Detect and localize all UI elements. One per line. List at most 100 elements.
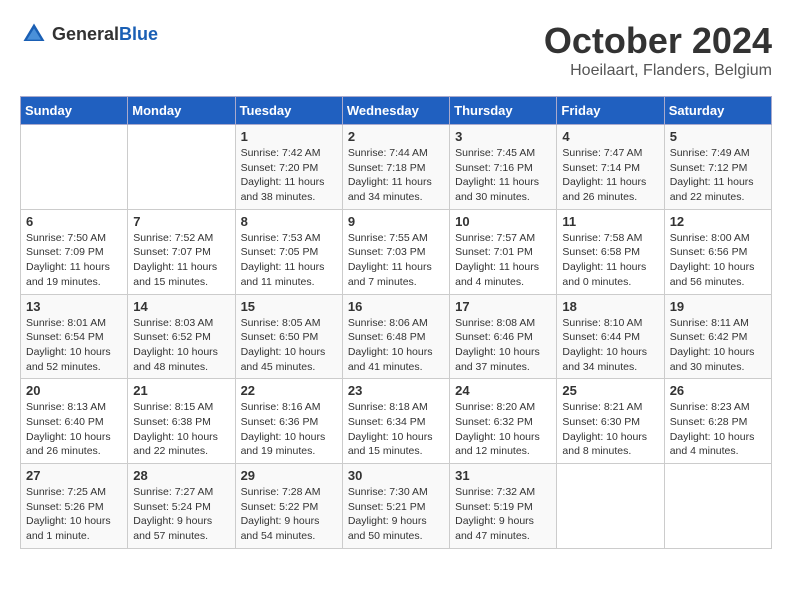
day-info: Sunrise: 7:32 AMSunset: 5:19 PMDaylight:…: [455, 485, 551, 544]
day-info: Sunrise: 7:57 AMSunset: 7:01 PMDaylight:…: [455, 231, 551, 290]
day-info: Sunrise: 7:50 AMSunset: 7:09 PMDaylight:…: [26, 231, 122, 290]
day-info: Sunrise: 7:45 AMSunset: 7:16 PMDaylight:…: [455, 146, 551, 205]
calendar-cell: 26 Sunrise: 8:23 AMSunset: 6:28 PMDayligh…: [664, 379, 771, 464]
day-number: 5: [670, 129, 766, 144]
day-number: 16: [348, 299, 444, 314]
day-info: Sunrise: 8:15 AMSunset: 6:38 PMDaylight:…: [133, 400, 229, 459]
calendar-week-row: 13 Sunrise: 8:01 AMSunset: 6:54 PMDayligh…: [21, 294, 772, 379]
column-header-tuesday: Tuesday: [235, 97, 342, 125]
day-number: 27: [26, 468, 122, 483]
day-number: 25: [562, 383, 658, 398]
day-info: Sunrise: 8:08 AMSunset: 6:46 PMDaylight:…: [455, 316, 551, 375]
calendar-cell: 19 Sunrise: 8:11 AMSunset: 6:42 PMDayligh…: [664, 294, 771, 379]
calendar-cell: 15Sunrise: 8:05 AMSunset: 6:50 PMDayligh…: [235, 294, 342, 379]
day-number: 26: [670, 383, 766, 398]
page-header: GeneralBlue October 2024 Hoeilaart, Flan…: [20, 20, 772, 80]
day-info: Sunrise: 7:42 AMSunset: 7:20 PMDaylight:…: [241, 146, 337, 205]
calendar-week-row: 6 Sunrise: 7:50 AMSunset: 7:09 PMDaylight…: [21, 209, 772, 294]
calendar-cell: 5Sunrise: 7:49 AMSunset: 7:12 PMDaylight…: [664, 125, 771, 210]
calendar-cell: 10 Sunrise: 7:57 AMSunset: 7:01 PMDayligh…: [450, 209, 557, 294]
calendar-cell: 7 Sunrise: 7:52 AMSunset: 7:07 PMDaylight…: [128, 209, 235, 294]
day-info: Sunrise: 7:47 AMSunset: 7:14 PMDaylight:…: [562, 146, 658, 205]
day-info: Sunrise: 7:58 AMSunset: 6:58 PMDaylight:…: [562, 231, 658, 290]
day-number: 20: [26, 383, 122, 398]
calendar-cell: 27 Sunrise: 7:25 AMSunset: 5:26 PMDayligh…: [21, 464, 128, 549]
day-info: Sunrise: 8:10 AMSunset: 6:44 PMDaylight:…: [562, 316, 658, 375]
day-number: 3: [455, 129, 551, 144]
calendar-cell: 14Sunrise: 8:03 AMSunset: 6:52 PMDayligh…: [128, 294, 235, 379]
day-info: Sunrise: 8:00 AMSunset: 6:56 PMDaylight:…: [670, 231, 766, 290]
day-number: 30: [348, 468, 444, 483]
day-info: Sunrise: 8:05 AMSunset: 6:50 PMDaylight:…: [241, 316, 337, 375]
day-number: 12: [670, 214, 766, 229]
logo-icon: [20, 20, 48, 48]
calendar-cell: 30 Sunrise: 7:30 AMSunset: 5:21 PMDayligh…: [342, 464, 449, 549]
calendar-cell: 9 Sunrise: 7:55 AMSunset: 7:03 PMDaylight…: [342, 209, 449, 294]
calendar-cell: 4 Sunrise: 7:47 AMSunset: 7:14 PMDaylight…: [557, 125, 664, 210]
day-info: Sunrise: 8:01 AMSunset: 6:54 PMDaylight:…: [26, 316, 122, 375]
day-number: 28: [133, 468, 229, 483]
day-info: Sunrise: 7:27 AMSunset: 5:24 PMDaylight:…: [133, 485, 229, 544]
day-number: 9: [348, 214, 444, 229]
calendar-cell: 21 Sunrise: 8:15 AMSunset: 6:38 PMDayligh…: [128, 379, 235, 464]
calendar-cell: 8 Sunrise: 7:53 AMSunset: 7:05 PMDaylight…: [235, 209, 342, 294]
calendar-cell: [128, 125, 235, 210]
day-info: Sunrise: 7:44 AMSunset: 7:18 PMDaylight:…: [348, 146, 444, 205]
month-title: October 2024: [544, 20, 772, 62]
day-info: Sunrise: 7:55 AMSunset: 7:03 PMDaylight:…: [348, 231, 444, 290]
calendar-cell: 28 Sunrise: 7:27 AMSunset: 5:24 PMDayligh…: [128, 464, 235, 549]
calendar-cell: 29 Sunrise: 7:28 AMSunset: 5:22 PMDayligh…: [235, 464, 342, 549]
day-number: 11: [562, 214, 658, 229]
calendar-cell: 12 Sunrise: 8:00 AMSunset: 6:56 PMDayligh…: [664, 209, 771, 294]
day-number: 6: [26, 214, 122, 229]
calendar-header-row: SundayMondayTuesdayWednesdayThursdayFrid…: [21, 97, 772, 125]
calendar-cell: 3 Sunrise: 7:45 AMSunset: 7:16 PMDaylight…: [450, 125, 557, 210]
day-info: Sunrise: 8:18 AMSunset: 6:34 PMDaylight:…: [348, 400, 444, 459]
calendar-cell: 31 Sunrise: 7:32 AMSunset: 5:19 PMDayligh…: [450, 464, 557, 549]
day-number: 10: [455, 214, 551, 229]
calendar-cell: [664, 464, 771, 549]
calendar-week-row: 20 Sunrise: 8:13 AMSunset: 6:40 PMDayligh…: [21, 379, 772, 464]
day-info: Sunrise: 7:53 AMSunset: 7:05 PMDaylight:…: [241, 231, 337, 290]
calendar-cell: 13 Sunrise: 8:01 AMSunset: 6:54 PMDayligh…: [21, 294, 128, 379]
day-info: Sunrise: 8:21 AMSunset: 6:30 PMDaylight:…: [562, 400, 658, 459]
calendar-cell: 24Sunrise: 8:20 AMSunset: 6:32 PMDayligh…: [450, 379, 557, 464]
day-info: Sunrise: 7:52 AMSunset: 7:07 PMDaylight:…: [133, 231, 229, 290]
calendar-cell: 1 Sunrise: 7:42 AMSunset: 7:20 PMDaylight…: [235, 125, 342, 210]
calendar-cell: [21, 125, 128, 210]
day-info: Sunrise: 7:28 AMSunset: 5:22 PMDaylight:…: [241, 485, 337, 544]
day-number: 21: [133, 383, 229, 398]
day-number: 1: [241, 129, 337, 144]
day-number: 2: [348, 129, 444, 144]
logo: GeneralBlue: [20, 20, 158, 48]
calendar-cell: 23 Sunrise: 8:18 AMSunset: 6:34 PMDayligh…: [342, 379, 449, 464]
column-header-saturday: Saturday: [664, 97, 771, 125]
day-info: Sunrise: 8:11 AMSunset: 6:42 PMDaylight:…: [670, 316, 766, 375]
day-info: Sunrise: 8:03 AMSunset: 6:52 PMDaylight:…: [133, 316, 229, 375]
calendar-cell: 25 Sunrise: 8:21 AMSunset: 6:30 PMDayligh…: [557, 379, 664, 464]
day-number: 8: [241, 214, 337, 229]
day-number: 13: [26, 299, 122, 314]
calendar-week-row: 27 Sunrise: 7:25 AMSunset: 5:26 PMDayligh…: [21, 464, 772, 549]
column-header-thursday: Thursday: [450, 97, 557, 125]
day-number: 22: [241, 383, 337, 398]
day-info: Sunrise: 8:16 AMSunset: 6:36 PMDaylight:…: [241, 400, 337, 459]
calendar-cell: 18Sunrise: 8:10 AMSunset: 6:44 PMDayligh…: [557, 294, 664, 379]
day-info: Sunrise: 7:25 AMSunset: 5:26 PMDaylight:…: [26, 485, 122, 544]
calendar-cell: [557, 464, 664, 549]
day-info: Sunrise: 8:13 AMSunset: 6:40 PMDaylight:…: [26, 400, 122, 459]
day-number: 29: [241, 468, 337, 483]
day-info: Sunrise: 8:23 AMSunset: 6:28 PMDaylight:…: [670, 400, 766, 459]
day-number: 31: [455, 468, 551, 483]
day-info: Sunrise: 7:30 AMSunset: 5:21 PMDaylight:…: [348, 485, 444, 544]
location-title: Hoeilaart, Flanders, Belgium: [544, 62, 772, 80]
day-info: Sunrise: 8:06 AMSunset: 6:48 PMDaylight:…: [348, 316, 444, 375]
day-number: 19: [670, 299, 766, 314]
day-number: 7: [133, 214, 229, 229]
calendar-cell: 2 Sunrise: 7:44 AMSunset: 7:18 PMDaylight…: [342, 125, 449, 210]
column-header-monday: Monday: [128, 97, 235, 125]
day-info: Sunrise: 8:20 AMSunset: 6:32 PMDaylight:…: [455, 400, 551, 459]
column-header-friday: Friday: [557, 97, 664, 125]
day-number: 4: [562, 129, 658, 144]
day-number: 23: [348, 383, 444, 398]
